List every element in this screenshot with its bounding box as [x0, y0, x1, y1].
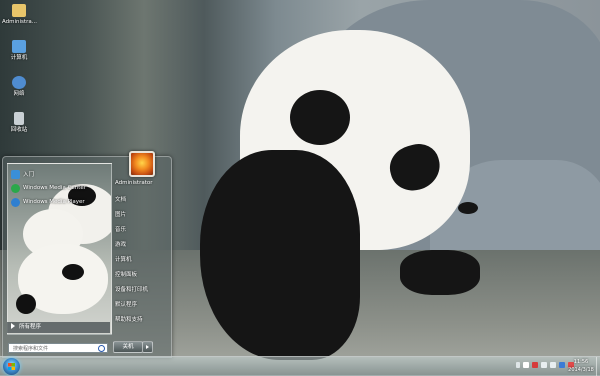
- desktop-icon-network[interactable]: 网络: [2, 76, 36, 98]
- taskbar-clock[interactable]: 11:56 2014/3/18: [566, 358, 596, 374]
- search-icon[interactable]: [98, 345, 105, 352]
- menu-item-music[interactable]: 音乐: [115, 225, 126, 233]
- panda-paw: [400, 250, 480, 295]
- desktop-icon-recycle-bin[interactable]: 回收站: [2, 112, 36, 134]
- search-input[interactable]: 搜索程序和文件: [8, 343, 108, 353]
- all-programs-label: 所有程序: [19, 324, 42, 330]
- menu-item-games[interactable]: 游戏: [115, 240, 126, 248]
- menu-item-devices-printers[interactable]: 设备和打印机: [115, 285, 148, 293]
- menu-item-pictures[interactable]: 图片: [115, 210, 126, 218]
- all-programs-button[interactable]: 所有程序: [7, 322, 110, 333]
- menu-item-computer[interactable]: 计算机: [115, 255, 132, 263]
- show-desktop-button[interactable]: [596, 357, 600, 376]
- recycle-bin-icon: [14, 112, 24, 125]
- shutdown-options-button[interactable]: [142, 341, 153, 353]
- user-folder-icon: [12, 4, 26, 17]
- pinned-item-label: 入门: [23, 172, 35, 178]
- menu-item-documents[interactable]: 文档: [115, 195, 126, 203]
- desktop-icon-computer[interactable]: 计算机: [2, 40, 36, 62]
- app-icon[interactable]: [559, 362, 565, 368]
- network-icon: [12, 76, 26, 89]
- network-icon[interactable]: [541, 362, 547, 368]
- menu-item-default-programs[interactable]: 默认程序: [115, 300, 137, 308]
- pane-panda-ear: [16, 294, 36, 314]
- desktop-icon-label: 网络: [13, 91, 25, 97]
- panda-nose: [458, 202, 478, 214]
- computer-icon: [12, 40, 26, 53]
- media-center-icon: [11, 183, 20, 193]
- pinned-item-label: Windows Media Player: [23, 199, 85, 205]
- start-menu: 入门 Windows Media Center Windows Media Pl…: [2, 151, 172, 358]
- desktop-icon-administrator[interactable]: Administra...: [2, 4, 37, 26]
- menu-item-help-support[interactable]: 帮助和支持: [115, 315, 143, 323]
- start-menu-places-pane: Administrator 文档 图片 音乐 游戏 计算机 控制面板 设备和打印…: [113, 177, 169, 345]
- menu-item-administrator[interactable]: Administrator: [115, 180, 153, 186]
- shutdown-button[interactable]: 关机: [113, 341, 143, 353]
- user-picture[interactable]: [129, 151, 155, 177]
- pane-panda-eye: [62, 264, 84, 280]
- clock-date: 2014/3/18: [568, 367, 594, 373]
- start-menu-programs-pane: 入门 Windows Media Center Windows Media Pl…: [7, 163, 112, 335]
- security-icon[interactable]: [532, 362, 538, 368]
- volume-icon[interactable]: [550, 362, 556, 368]
- arrow-right-icon: [11, 323, 15, 329]
- media-player-icon: [11, 197, 20, 207]
- pinned-item-label: Windows Media Center: [23, 185, 87, 191]
- pinned-item-media-center[interactable]: Windows Media Center: [11, 182, 86, 194]
- pinned-item-getting-started[interactable]: 入门: [11, 168, 34, 180]
- desktop-icon-label: Administra...: [2, 19, 37, 25]
- panda-shoulder: [200, 150, 360, 360]
- panda-ear: [290, 90, 350, 145]
- taskbar: 11:56 2014/3/18: [0, 356, 600, 376]
- clock-time: 11:56: [573, 359, 589, 365]
- start-button[interactable]: [3, 358, 20, 375]
- search-placeholder: 搜索程序和文件: [13, 346, 49, 352]
- flag-icon[interactable]: [523, 362, 529, 368]
- windows-logo-icon: [8, 363, 15, 370]
- pinned-item-media-player[interactable]: Windows Media Player: [11, 196, 85, 208]
- desktop-icon-label: 计算机: [10, 55, 28, 61]
- chevron-up-icon[interactable]: [516, 362, 520, 368]
- desktop-icon-label: 回收站: [10, 127, 28, 133]
- getting-started-icon: [11, 169, 20, 179]
- menu-item-control-panel[interactable]: 控制面板: [115, 270, 137, 278]
